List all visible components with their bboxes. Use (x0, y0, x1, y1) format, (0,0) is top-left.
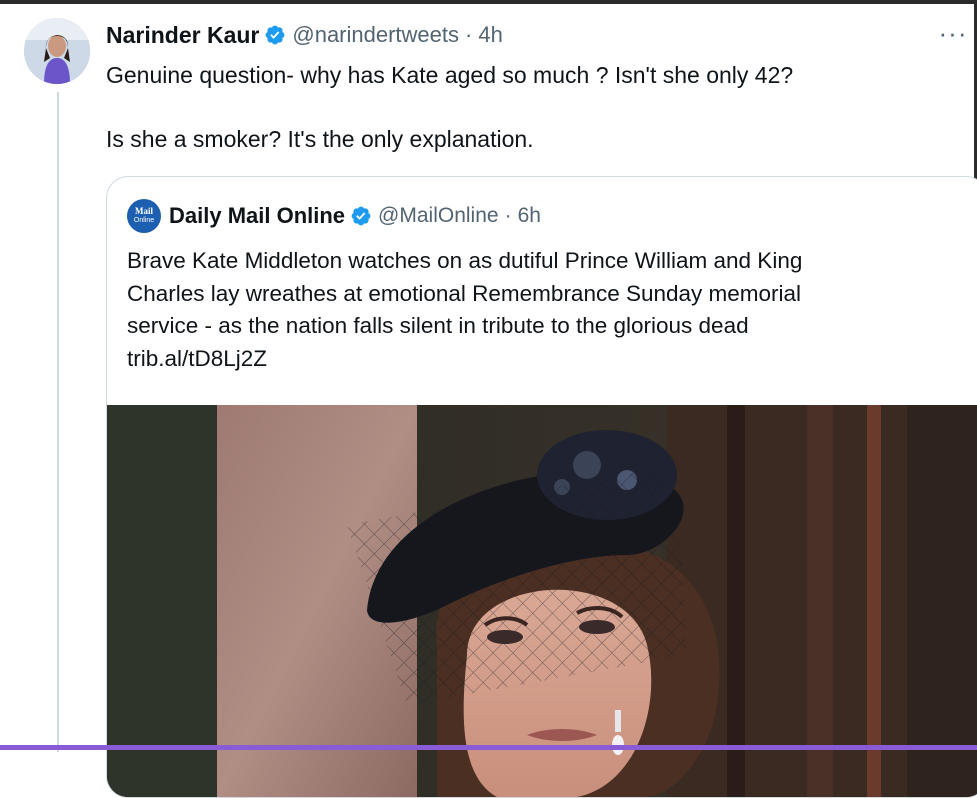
dot-separator: · (465, 22, 473, 47)
quoted-link[interactable]: trib.al/tD8Lj2Z (127, 343, 927, 376)
author-name[interactable]: Narinder Kaur (106, 22, 259, 49)
quoted-tweet-card[interactable]: Mail Online Daily Mail Online @MailOnlin… (106, 176, 977, 798)
quoted-tweet-text: Brave Kate Middleton watches on as dutif… (127, 245, 927, 375)
mail-online-logo[interactable]: Mail Online (127, 199, 161, 233)
tweet-time[interactable]: 4h (478, 22, 502, 48)
top-frame-border (0, 0, 977, 4)
bottom-frame-border (0, 745, 977, 750)
tweet-header: Narinder Kaur @narindertweets · 4h (106, 20, 503, 50)
tweet-text-line-1: Genuine question- why has Kate aged so m… (106, 62, 794, 88)
quoted-text-line: service - as the nation falls silent in … (127, 313, 749, 338)
verified-badge-icon (350, 205, 372, 227)
tweet-text-line-2: Is she a smoker? It's the only explanati… (106, 126, 534, 152)
more-options-button[interactable]: ··· (936, 18, 970, 48)
dot-separator: · (504, 204, 512, 227)
quoted-text-line: Charles lay wreathes at emotional Rememb… (127, 280, 802, 306)
quoted-tweet-header: Mail Online Daily Mail Online @MailOnlin… (127, 199, 541, 233)
quoted-text-line: Brave Kate Middleton watches on as dutif… (127, 248, 803, 273)
quoted-author-handle[interactable]: @MailOnline (378, 204, 499, 228)
quoted-author-name[interactable]: Daily Mail Online (169, 203, 345, 229)
quoted-tweet-photo[interactable] (107, 405, 977, 797)
thread-line (57, 92, 59, 752)
quoted-tweet-time[interactable]: 6h (518, 204, 541, 228)
author-avatar[interactable] (24, 18, 90, 84)
verified-badge-icon (264, 24, 286, 46)
author-handle[interactable]: @narindertweets (292, 22, 459, 48)
more-horizontal-icon: ··· (938, 17, 968, 48)
